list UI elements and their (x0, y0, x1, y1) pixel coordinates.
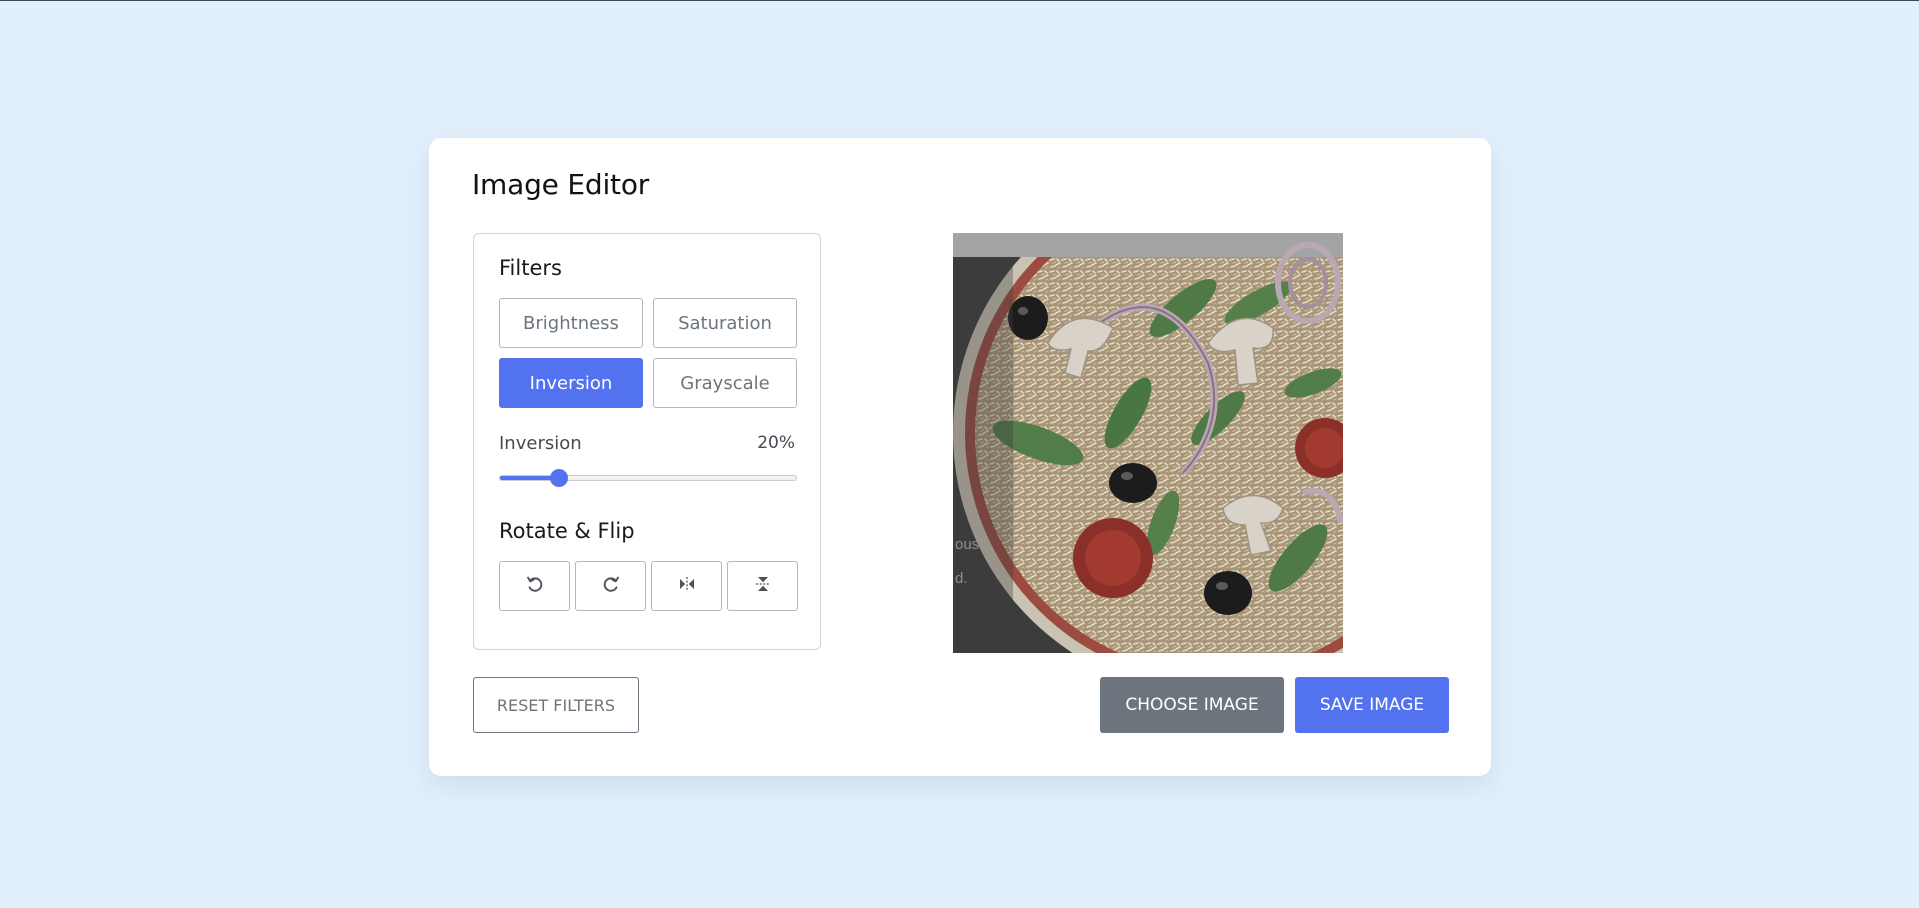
flip-vertical-icon (753, 574, 773, 598)
rotate-left-button[interactable] (499, 561, 570, 611)
flip-vertical-button[interactable] (727, 561, 798, 611)
preview-overlay-text-2: d. (955, 570, 968, 587)
flip-horizontal-button[interactable] (651, 561, 722, 611)
reset-filters-button[interactable]: RESET FILTERS (473, 677, 639, 733)
controls-panel: Filters Brightness Saturation Inversion … (473, 233, 821, 650)
preview-overlay-text-1: ous (955, 536, 979, 553)
page-title: Image Editor (472, 168, 650, 201)
slider-label: Inversion (499, 433, 582, 454)
choose-image-button[interactable]: CHOOSE IMAGE (1100, 677, 1284, 733)
rotate-right-icon (601, 574, 621, 598)
filter-inversion-button[interactable]: Inversion (499, 358, 643, 408)
image-preview: ous d. (953, 233, 1343, 653)
rotate-flip-heading: Rotate & Flip (499, 519, 635, 543)
filter-slider[interactable] (499, 469, 797, 487)
rotate-right-button[interactable] (575, 561, 646, 611)
filter-saturation-button[interactable]: Saturation (653, 298, 797, 348)
rotate-left-icon (525, 574, 545, 598)
filter-brightness-button[interactable]: Brightness (499, 298, 643, 348)
filter-grayscale-button[interactable]: Grayscale (653, 358, 797, 408)
window-top-border (0, 0, 1919, 1)
save-image-button[interactable]: SAVE IMAGE (1295, 677, 1449, 733)
filters-heading: Filters (499, 256, 562, 280)
editor-card: Image Editor Filters Brightness Saturati… (429, 138, 1491, 776)
slider-value: 20% (757, 433, 795, 453)
slider-thumb[interactable] (550, 469, 569, 487)
flip-horizontal-icon (677, 574, 697, 598)
pizza-photo: ous d. (953, 233, 1343, 653)
